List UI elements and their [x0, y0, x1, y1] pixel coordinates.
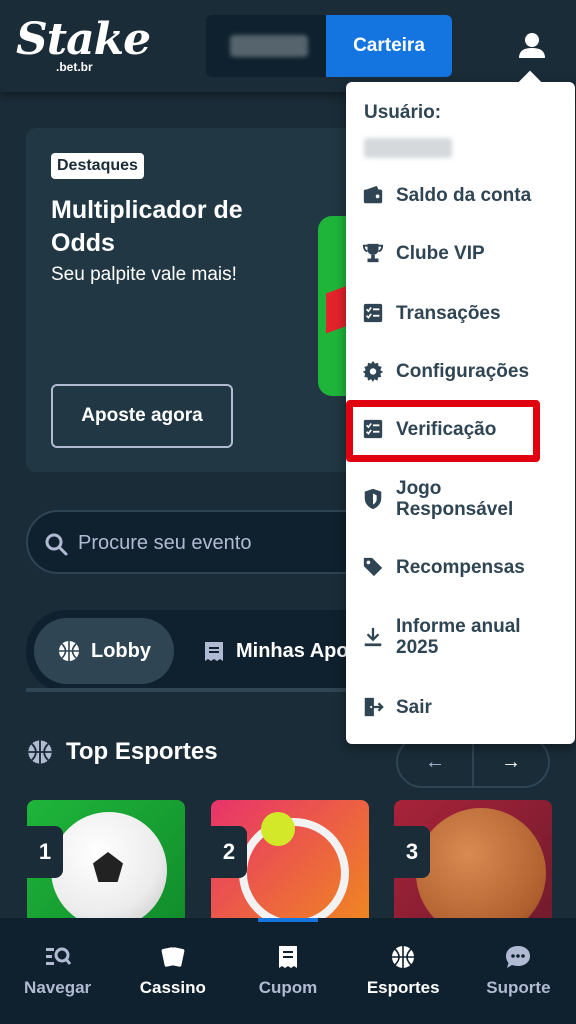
nav-betslip-label: Cupom: [258, 978, 318, 997]
betslip-icon: [205, 642, 223, 661]
nav-sports-label: Esportes: [366, 978, 440, 997]
logo-domain: .bet.br: [56, 60, 93, 74]
tab-my-bets-label: Minhas Apo: [236, 639, 349, 662]
top-sports-title: Top Esportes: [66, 738, 218, 765]
menu-item-label: Informe anual 2025: [396, 616, 521, 658]
top-sports-heading: Top Esportes: [26, 738, 218, 766]
nav-support[interactable]: Suporte: [461, 918, 576, 1024]
menu-item-label: Configurações: [396, 360, 530, 382]
nav-browse-label: Navegar: [24, 978, 92, 997]
card-rank: 2: [211, 826, 247, 878]
menu-item-label: Saldo da conta: [396, 184, 532, 206]
menu-item-label: Sair: [396, 696, 432, 718]
search-input[interactable]: [78, 526, 378, 560]
tennis-ball-icon: [261, 812, 295, 846]
tab-lobby[interactable]: Lobby: [34, 618, 174, 684]
logout-icon: [364, 697, 384, 717]
download-icon: [364, 627, 382, 647]
menu-item-transactions[interactable]: Transações: [346, 302, 575, 324]
menu-item-label: Jogo Responsável: [396, 478, 514, 520]
menu-item-responsible-gaming[interactable]: Jogo Responsável: [346, 478, 575, 520]
banner-title: Multiplicador de Odds: [51, 196, 243, 257]
wallet-button[interactable]: Carteira: [326, 15, 452, 77]
menu-item-rewards[interactable]: Recompensas: [346, 556, 575, 578]
menu-item-logout[interactable]: Sair: [346, 696, 575, 718]
tag-icon: [363, 557, 383, 577]
menu-item-vip-club[interactable]: Clube VIP: [346, 242, 575, 264]
carousel-prev-button[interactable]: ←: [398, 738, 472, 786]
sports-icon: [392, 946, 415, 968]
menu-item-balance[interactable]: Saldo da conta: [346, 184, 575, 206]
shield-icon: [364, 488, 382, 510]
gear-icon: [362, 360, 384, 382]
menu-user-label: Usuário:: [364, 102, 442, 123]
menu-item-label: Clube VIP: [396, 242, 485, 264]
logo-wordmark: Stake: [16, 14, 151, 65]
banner-subtitle: Seu palpite vale mais!: [51, 264, 237, 285]
menu-item-label: Recompensas: [396, 556, 525, 578]
nav-browse[interactable]: Navegar: [0, 918, 115, 1024]
tab-my-bets[interactable]: Minhas Apo: [202, 618, 349, 684]
balance-blurred-value: [230, 35, 308, 57]
bet-now-button[interactable]: Aposte agora: [51, 384, 233, 448]
top-header: Stake .bet.br Carteira: [0, 0, 576, 92]
nav-casino[interactable]: Cassino: [115, 918, 230, 1024]
nav-support-label: Suporte: [486, 978, 551, 997]
browse-icon: [45, 947, 71, 965]
user-dropdown-menu: Usuário: Saldo da conta Clube VIP Transa…: [346, 82, 575, 744]
balance-display[interactable]: [206, 15, 328, 77]
cards-icon: [161, 947, 185, 967]
search-icon: [45, 533, 68, 556]
banner-tag: Destaques: [51, 153, 144, 179]
soccer-ball-icon: [51, 812, 167, 928]
trophy-icon: [362, 243, 384, 263]
carousel-next-button[interactable]: →: [472, 738, 548, 786]
checklist-icon: [363, 303, 383, 323]
card-rank: 1: [27, 826, 63, 878]
wallet-icon: [363, 185, 383, 204]
betslip-icon: [279, 946, 297, 968]
menu-username-blurred: [364, 138, 452, 158]
menu-item-label: Transações: [396, 302, 501, 324]
nav-betslip[interactable]: Cupom: [230, 918, 345, 1024]
bottom-navigation: Navegar Cassino Cupom Esportes Suporte: [0, 918, 576, 1024]
menu-item-annual-report[interactable]: Informe anual 2025: [346, 616, 575, 658]
menu-item-settings[interactable]: Configurações: [346, 360, 575, 382]
card-rank: 3: [394, 826, 430, 878]
verification-highlight: [346, 400, 540, 462]
basketball-icon: [59, 641, 79, 661]
active-tab-indicator: [258, 918, 318, 922]
nav-sports[interactable]: Esportes: [346, 918, 461, 1024]
basketball-icon: [28, 740, 52, 764]
arrow-right-icon: →: [501, 750, 521, 773]
arrow-left-icon: ←: [425, 750, 445, 773]
chat-icon: [506, 946, 531, 968]
tab-lobby-label: Lobby: [91, 639, 151, 662]
nav-casino-label: Cassino: [139, 978, 206, 997]
user-icon[interactable]: [516, 30, 548, 62]
stake-logo[interactable]: Stake .bet.br: [16, 16, 151, 76]
